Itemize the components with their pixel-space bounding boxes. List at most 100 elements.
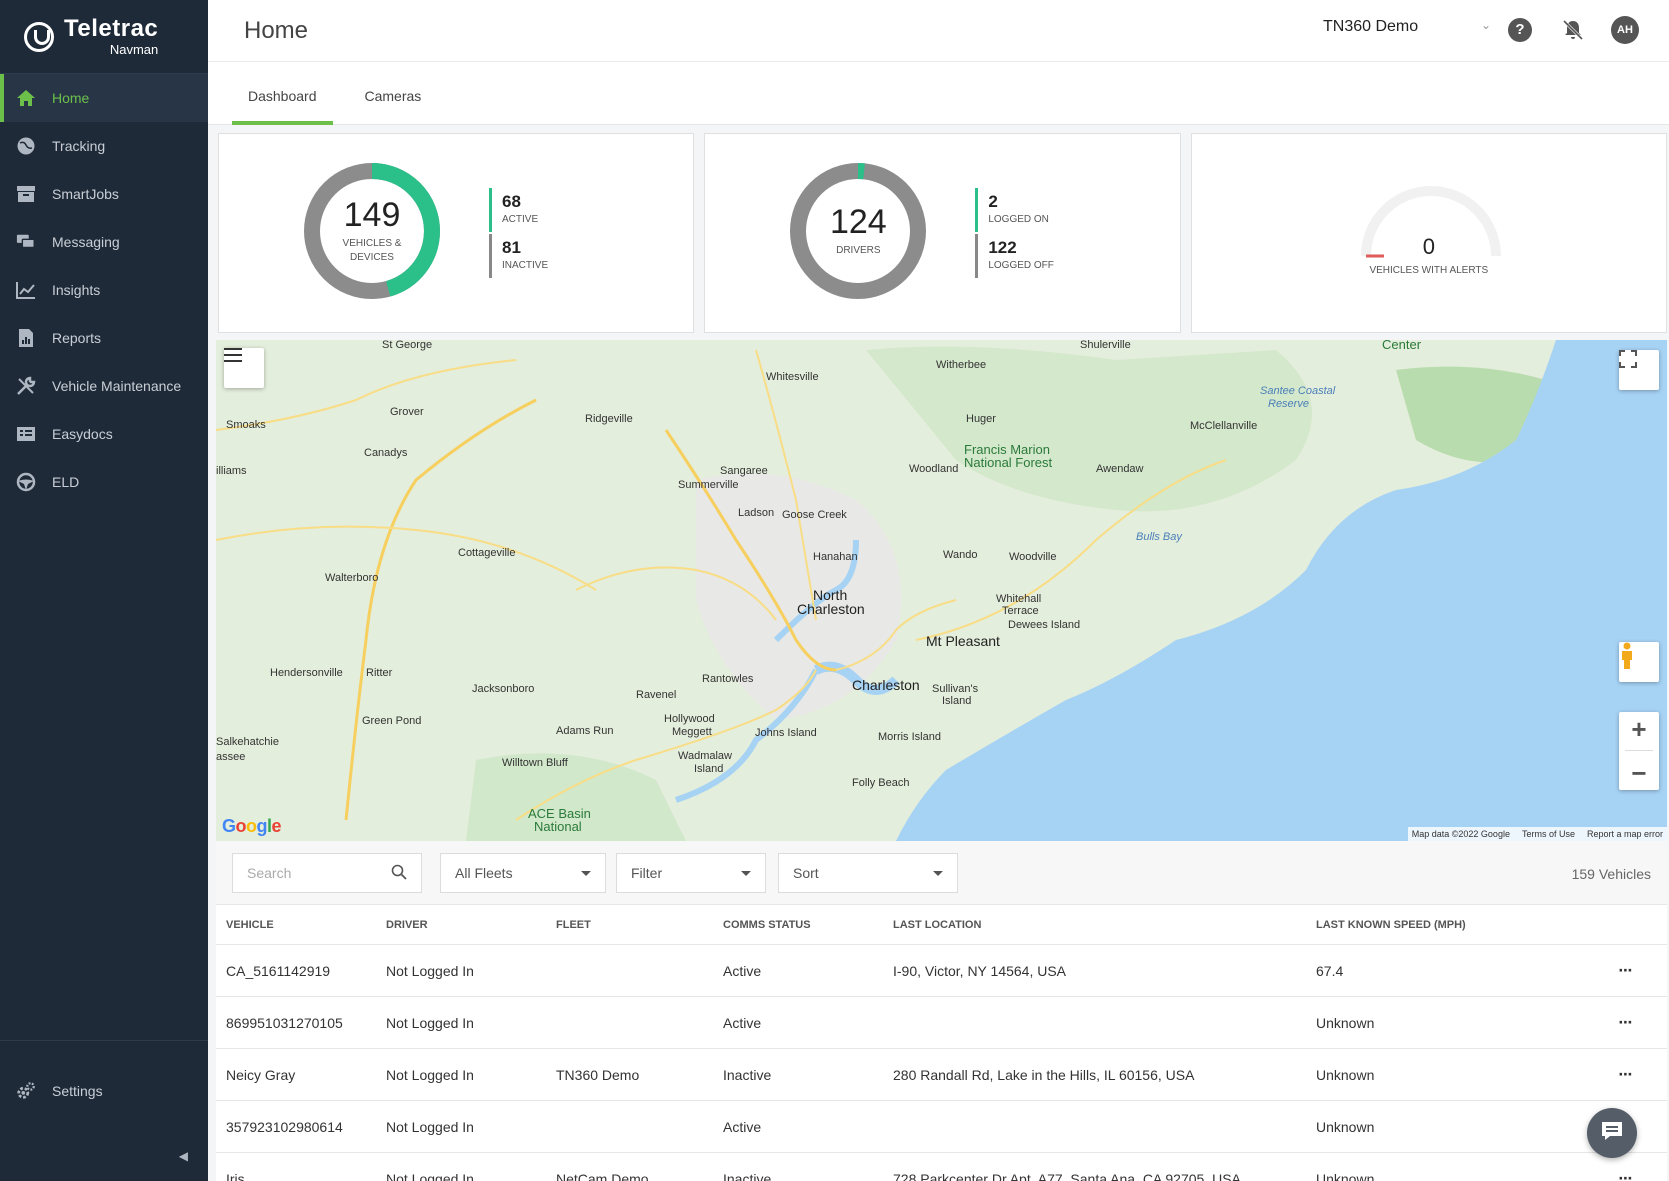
table-row[interactable]: Neicy Gray Not Logged In TN360 Demo Inactiv… <box>216 1049 1667 1101</box>
vehicles-table: VEHICLE DRIVER FLEET COMMS STATUS LAST L… <box>216 905 1667 1181</box>
sidebar-item-smartjobs[interactable]: SmartJobs <box>0 170 208 218</box>
row-more-menu-icon[interactable]: ⋯ <box>1596 1066 1656 1083</box>
map-place-label: Whitesville <box>766 371 819 383</box>
row-more-menu-icon[interactable]: ⋯ <box>1596 962 1656 979</box>
fleet-map[interactable]: ReevesvilleSt GeorgeMoncks CornerBethera… <box>216 340 1667 841</box>
map-place-label: Morris Island <box>878 731 941 743</box>
terms-of-use-link[interactable]: Terms of Use <box>1522 829 1575 839</box>
summary-cards: 149 VEHICLES & DEVICES 68 ACTIVE 81 INACT… <box>218 133 1667 333</box>
sidebar-item-messaging[interactable]: Messaging <box>0 218 208 266</box>
tab-dashboard[interactable]: Dashboard <box>232 62 333 125</box>
map-place-label: Smoaks <box>226 419 266 431</box>
map-place-label: Whitehall <box>996 593 1042 605</box>
column-header-comms-status[interactable]: COMMS STATUS <box>723 919 893 931</box>
table-body: CA_5161142919 Not Logged In Active I-90, Vi… <box>216 945 1667 1181</box>
sidebar-item-easydocs[interactable]: Easydocs <box>0 410 208 458</box>
row-more-menu-icon[interactable]: ⋯ <box>1596 1170 1656 1181</box>
teletrac-logo-icon <box>24 21 54 52</box>
sidebar-item-vehicle-maintenance[interactable]: Vehicle Maintenance <box>0 362 208 410</box>
vehicles-card[interactable]: 149 VEHICLES & DEVICES 68 ACTIVE 81 INACT… <box>218 133 695 333</box>
map-place-label: Reserve <box>1268 398 1309 410</box>
sidebar-item-tracking[interactable]: Tracking <box>0 122 208 170</box>
table-header: VEHICLE DRIVER FLEET COMMS STATUS LAST L… <box>216 905 1667 945</box>
chat-icon <box>16 232 36 252</box>
map-place-label: Canadys <box>364 447 408 459</box>
collapse-sidebar-icon[interactable]: ◀ <box>179 1149 188 1163</box>
globe-icon <box>16 136 36 156</box>
map-attribution: Map data ©2022 Google Terms of Use Repor… <box>1407 827 1667 841</box>
google-logo: Google <box>222 816 282 836</box>
map-place-label: Awendaw <box>1096 463 1144 475</box>
zoom-in-button[interactable]: + <box>1631 716 1646 742</box>
map-place-label: Wando <box>943 549 978 561</box>
map-place-label: Hanahan <box>813 551 858 563</box>
map-place-label: National Forest <box>964 455 1053 470</box>
tab-cameras[interactable]: Cameras <box>349 62 438 124</box>
table-row[interactable]: CA_5161142919 Not Logged In Active I-90, Vi… <box>216 945 1667 997</box>
inactive-stat: 81 INACTIVE <box>489 234 548 278</box>
inbox-icon <box>16 184 36 204</box>
fullscreen-icon[interactable] <box>1619 350 1659 390</box>
search-input[interactable]: Search <box>232 853 422 893</box>
sidebar-item-label: Tracking <box>52 138 106 154</box>
map-place-label: Folly Beach <box>852 777 910 789</box>
cell-vehicle: 869951031270105 <box>226 1014 343 1031</box>
map-place-label: Terrace <box>1002 605 1039 617</box>
map-place-label: Charleston <box>852 677 920 693</box>
map-place-label: Dewees Island <box>1008 619 1081 631</box>
alerts-total: 0 <box>1422 234 1435 259</box>
column-header-last-location[interactable]: LAST LOCATION <box>893 919 1316 931</box>
sidebar-item-eld[interactable]: ELD <box>0 458 208 506</box>
map-place-label: St George <box>382 340 433 351</box>
sidebar: Teletrac Navman Home Tracking SmartJobs … <box>0 0 208 1181</box>
caret-down-icon <box>581 870 591 876</box>
docs-icon <box>16 424 36 444</box>
map-place-label: Island <box>942 695 972 707</box>
map-place-label: Jacksonboro <box>472 683 535 695</box>
map-place-label: Center <box>1382 340 1422 352</box>
notifications-off-icon[interactable] <box>1561 18 1585 42</box>
zoom-out-button[interactable]: − <box>1631 760 1646 786</box>
cell-driver: Not Logged In <box>386 1118 474 1135</box>
map-place-label: illiams <box>216 465 247 477</box>
brand-logo[interactable]: Teletrac Navman <box>0 0 208 74</box>
sidebar-item-insights[interactable]: Insights <box>0 266 208 314</box>
map-layers-menu-icon[interactable] <box>224 348 264 388</box>
map-place-label: Rantowles <box>702 673 754 685</box>
chat-support-button[interactable] <box>1587 1108 1637 1158</box>
table-row[interactable]: 869951031270105 Not Logged In Active Unknow… <box>216 997 1667 1049</box>
table-row[interactable]: 357923102980614 Not Logged In Active Unknow… <box>216 1101 1667 1153</box>
drivers-label: DRIVERS <box>836 244 881 256</box>
column-header-last-known-speed[interactable]: LAST KNOWN SPEED (MPH) <box>1316 919 1596 931</box>
fleet-select[interactable]: All Fleets <box>440 853 606 893</box>
report-map-error-link[interactable]: Report a map error <box>1587 829 1663 839</box>
chat-bubble-icon <box>1600 1120 1624 1147</box>
help-icon[interactable]: ? <box>1508 18 1532 42</box>
street-view-pegman-icon[interactable] <box>1619 642 1659 682</box>
user-avatar[interactable]: AH <box>1611 16 1639 44</box>
column-header-vehicle[interactable]: VEHICLE <box>216 919 386 931</box>
map-place-label: assee <box>216 751 246 763</box>
row-more-menu-icon[interactable]: ⋯ <box>1596 1014 1656 1031</box>
table-row[interactable]: Iris Not Logged In NetCam Demo Inactive 728 … <box>216 1153 1667 1181</box>
sidebar-item-label: Insights <box>52 282 101 298</box>
sidebar-item-reports[interactable]: Reports <box>0 314 208 362</box>
cell-speed: Unknown <box>1316 1014 1375 1031</box>
map-place-label: Meggett <box>672 726 712 738</box>
column-header-fleet[interactable]: FLEET <box>556 919 723 931</box>
alerts-label: VEHICLES WITH ALERTS <box>1369 265 1489 276</box>
cell-last-location: 728 Parkcenter Dr Apt. A77, Santa Ana, C… <box>893 1170 1241 1181</box>
sort-select[interactable]: Sort <box>778 853 958 893</box>
home-icon <box>16 88 36 108</box>
organization-select[interactable]: TN360 Demo ⌄ <box>1323 18 1491 36</box>
cell-driver: Not Logged In <box>386 1170 474 1181</box>
alerts-card[interactable]: 0 VEHICLES WITH ALERTS <box>1190 133 1667 333</box>
cell-fleet: NetCam Demo <box>556 1170 649 1181</box>
sidebar-item-home[interactable]: Home <box>0 74 208 122</box>
column-header-driver[interactable]: DRIVER <box>386 919 556 931</box>
drivers-card[interactable]: 124 DRIVERS 2 LOGGED ON 122 LOGGED OFF <box>704 133 1181 333</box>
sidebar-item-settings[interactable]: Settings <box>0 1067 208 1115</box>
filter-select[interactable]: Filter <box>616 853 766 893</box>
map-place-label: Ladson <box>738 507 775 519</box>
top-header: Home TN360 Demo ⌄ ? AH <box>208 0 1669 62</box>
